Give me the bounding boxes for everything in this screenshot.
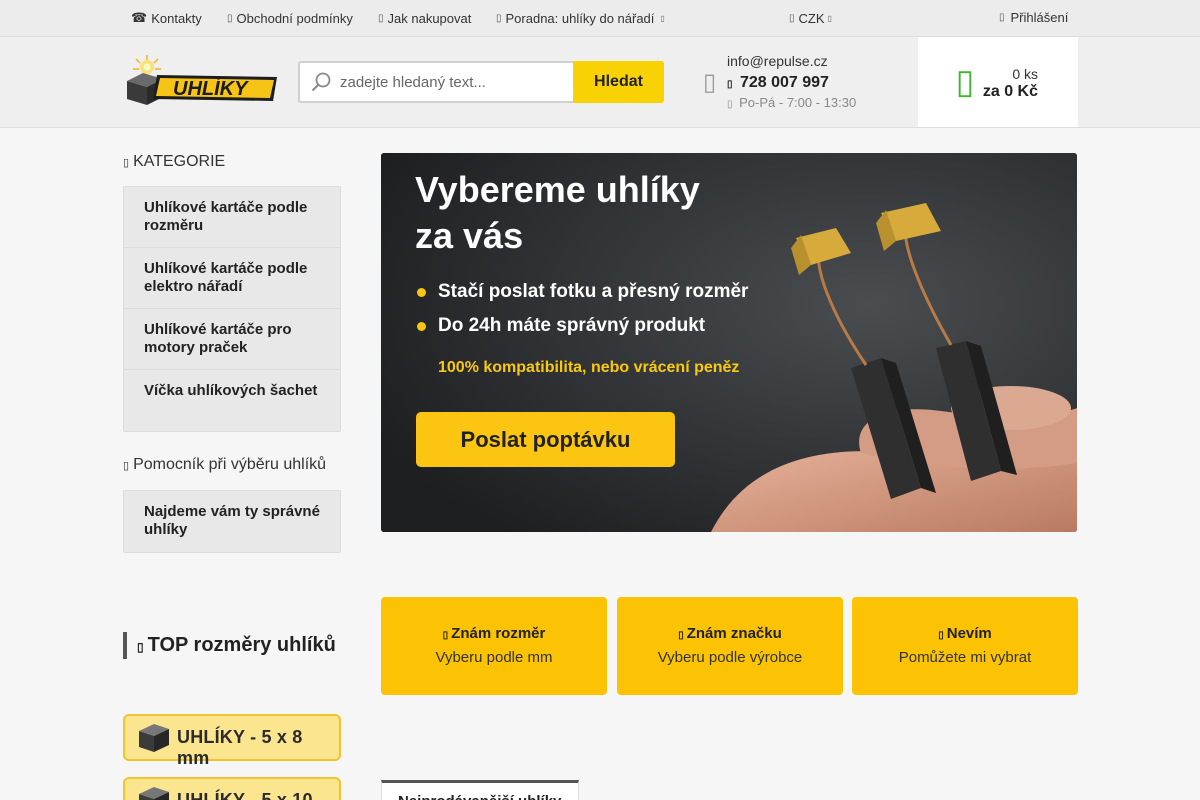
search-box: Hledat xyxy=(298,61,664,103)
banner-bullet-text: Stačí poslat fotku a přesný rozměr xyxy=(438,281,749,302)
user-icon: ▯ xyxy=(999,11,1005,23)
choice-know-brand[interactable]: ▯ Znám značku Vyberu podle výrobce xyxy=(617,597,843,695)
cart-qty: 0 ks xyxy=(1012,66,1038,82)
send-inquiry-button[interactable]: Poslat poptávku xyxy=(416,412,675,467)
choice-subtitle: Vyberu podle výrobce xyxy=(657,649,803,666)
opening-hours: ▯ Po-Pá - 7:00 - 13:30 xyxy=(727,95,856,110)
banner-bullet: Do 24h máte správný produkt xyxy=(417,315,705,337)
hours-label: Po-Pá - 7:00 - 13:30 xyxy=(739,95,857,110)
how-to-buy-label: Jak nakupovat xyxy=(387,10,472,26)
email-link[interactable]: info@repulse.cz xyxy=(727,53,828,69)
size-button-label: UHLÍKY - 5 x 10 mm xyxy=(177,790,313,800)
phone-link[interactable]: ▯ 728 007 997 xyxy=(727,74,829,92)
clock-icon: ▯ xyxy=(727,99,733,110)
category-item-by-tool[interactable]: Uhlíkové kartáče podle elektro nářadí xyxy=(124,248,340,309)
top-sizes-label: TOP rozměry uhlíků xyxy=(147,634,336,656)
tag-icon: ▯ xyxy=(678,630,684,641)
currency-icon: ▯ xyxy=(789,12,795,24)
carbon-brush-icon xyxy=(139,787,169,800)
mobile-phone-icon: ▯ xyxy=(703,68,717,96)
helper-item-find[interactable]: Najdeme vám ty správné uhlíky xyxy=(124,491,340,552)
contact-info: ▯ info@repulse.cz ▯ 728 007 997 ▯ Po-Pá … xyxy=(703,53,883,113)
banner-bullet: Stačí poslat fotku a přesný rozměr xyxy=(417,281,748,303)
top-sizes-title: ▯ TOP rozměry uhlíků xyxy=(123,632,336,659)
category-item-washing-motors[interactable]: Uhlíkové kartáče pro motory praček xyxy=(124,309,340,370)
banner-headline: Vybereme uhlíky za vás xyxy=(415,167,700,259)
terms-label: Obchodní podmínky xyxy=(236,10,353,26)
chevron-down-icon: ▯ xyxy=(660,13,665,23)
banner-bullet-text: Do 24h máte správný produkt xyxy=(438,315,706,336)
ruler-icon: ▯ xyxy=(442,630,449,641)
login-link[interactable]: ▯ Přihlášení xyxy=(999,0,1068,35)
login-label: Přihlášení xyxy=(1010,9,1069,25)
carbon-brush-icon xyxy=(139,724,169,752)
search-input[interactable] xyxy=(340,63,572,101)
svg-text:UHLÍKY: UHLÍKY xyxy=(173,77,249,100)
document-icon: ▯ xyxy=(227,12,233,24)
how-to-buy-link[interactable]: ▯ Jak nakupovat xyxy=(378,0,471,36)
size-button-5x8[interactable]: UHLÍKY - 5 x 8 mm xyxy=(123,714,341,768)
search-button[interactable]: Hledat xyxy=(573,61,664,103)
tab-bestsellers[interactable]: Nejprodávanější uhlíky xyxy=(381,780,579,800)
choice-title: ▯ Znám značku xyxy=(617,625,843,642)
choice-title-label: Znám značku xyxy=(686,625,782,642)
currency-selector[interactable]: ▯ CZK ▯ xyxy=(789,0,832,36)
book-icon: ▯ xyxy=(496,12,502,24)
advice-menu[interactable]: ▯ Poradna: uhlíky do nářadí ▯ xyxy=(496,0,665,36)
banner-headline-line: Vybereme uhlíky xyxy=(415,169,700,210)
size-button-5x10[interactable]: UHLÍKY - 5 x 10 mm xyxy=(123,777,341,800)
chevron-down-icon: ▯ xyxy=(827,13,832,23)
info-icon: ▯ xyxy=(378,12,384,24)
contacts-label: Kontakty xyxy=(151,10,202,26)
terms-link[interactable]: ▯ Obchodní podmínky xyxy=(227,0,353,36)
bullet-dot-icon xyxy=(417,287,426,297)
currency-label: CZK xyxy=(798,10,825,26)
category-menu: Uhlíkové kartáče podle rozměru Uhlíkové … xyxy=(123,186,341,432)
choice-title-label: Nevím xyxy=(946,625,992,642)
helper-title: ▯ Pomocník při výběru uhlíků xyxy=(123,456,326,474)
cart-icon: ▯ xyxy=(955,63,975,101)
choice-title: ▯ Znám rozměr xyxy=(381,625,607,642)
size-button-label: UHLÍKY - 5 x 8 mm xyxy=(177,727,303,768)
phone-number: 728 007 997 xyxy=(739,74,829,91)
help-icon: ▯ xyxy=(123,460,130,472)
choice-title: ▯ Nevím xyxy=(852,625,1078,642)
contacts-link[interactable]: ☎ Kontakty xyxy=(131,0,202,36)
advice-label: Poradna: uhlíky do nářadí xyxy=(505,10,655,26)
helper-menu: Najdeme vám ty správné uhlíky xyxy=(123,490,341,553)
cart-button[interactable]: ▯ 0 ks za 0 Kč xyxy=(918,37,1078,127)
choice-subtitle: Pomůžete mi vybrat xyxy=(898,649,1032,666)
bullet-dot-icon xyxy=(417,321,426,331)
search-icon xyxy=(311,72,331,92)
category-item-by-size[interactable]: Uhlíkové kartáče podle rozměru xyxy=(124,187,340,248)
question-icon: ▯ xyxy=(938,630,944,641)
phone-icon: ☎ xyxy=(131,10,148,25)
helper-title-label: Pomocník při výběru uhlíků xyxy=(133,456,327,473)
categories-title-label: KATEGORIE xyxy=(133,153,226,170)
choice-know-size[interactable]: ▯ Znám rozměr Vyberu podle mm xyxy=(381,597,607,695)
top-bar: ☎ Kontakty ▯ Obchodní podmínky ▯ Jak nak… xyxy=(0,0,1200,37)
categories-title: ▯ KATEGORIE xyxy=(123,153,225,171)
list-icon: ▯ xyxy=(123,157,130,169)
banner-note: 100% kompatibilita, nebo vrácení peněz xyxy=(438,359,740,376)
choice-dont-know[interactable]: ▯ Nevím Pomůžete mi vybrat xyxy=(852,597,1078,695)
logo-icon: UHLÍKY xyxy=(127,55,277,105)
choice-title-label: Znám rozměr xyxy=(451,625,546,642)
category-item-shaft-caps[interactable]: Víčka uhlíkových šachet xyxy=(124,370,340,431)
banner-headline-line: za vás xyxy=(415,215,524,256)
phone-icon: ▯ xyxy=(727,79,733,90)
header: UHLÍKY Hledat ▯ info@repulse.cz ▯ 728 00… xyxy=(0,37,1200,128)
logo[interactable]: UHLÍKY xyxy=(123,55,279,107)
promo-banner[interactable]: Vybereme uhlíky za vás Stačí poslat fotk… xyxy=(381,153,1077,532)
star-icon: ▯ xyxy=(137,640,144,654)
cart-total: za 0 Kč xyxy=(982,83,1038,100)
choice-subtitle: Vyberu podle mm xyxy=(435,649,553,666)
